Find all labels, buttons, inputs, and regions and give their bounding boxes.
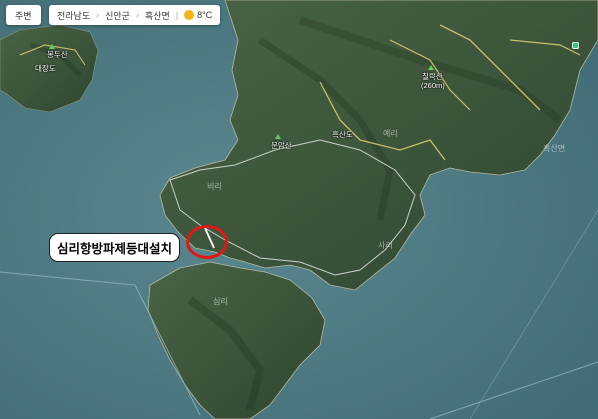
place-village-south[interactable]: 사리 [378,240,393,251]
satellite-map[interactable]: 주변 전라남도 › 신안군 › 흑산면 | 8°C 봉두산 대장도 칠락산 (2… [0,0,598,419]
place-village-east[interactable]: 예리 [383,128,398,139]
place-peak-center[interactable]: 문암산 [271,140,292,151]
nearby-label: 주변 [15,10,32,21]
chevron-right-icon: › [96,10,100,20]
peak-icon [275,134,281,139]
partly-sunny-icon [184,10,195,20]
poi-marker-icon[interactable] [572,42,579,49]
breadcrumb: 전라남도 › 신안군 › 흑산면 | 8°C [49,5,221,25]
breadcrumb-town[interactable]: 흑산면 [145,9,170,22]
divider: | [175,10,179,20]
place-port[interactable]: 흑산도 [332,129,353,140]
annotation-circle [186,225,228,259]
weather-temperature: 8°C [197,10,213,20]
place-peak-north-elevation: (260m) [421,81,445,90]
breadcrumb-county[interactable]: 신안군 [105,9,130,22]
annotation-callout: 심리항방파제등대설치 [49,233,181,262]
place-peak-west[interactable]: 봉두산 [47,49,68,60]
breadcrumb-province[interactable]: 전라남도 [57,9,90,22]
place-village-far-east[interactable]: 흑산면 [543,143,565,154]
map-imagery [0,0,598,419]
place-village-center[interactable]: 비리 [207,181,222,192]
place-village-west[interactable]: 대장도 [35,63,56,74]
chevron-right-icon: › [135,10,139,20]
peak-icon [428,65,434,70]
place-village-south-west[interactable]: 심리 [213,296,228,307]
weather-info[interactable]: 8°C [184,10,212,20]
nearby-button[interactable]: 주변 [6,5,41,25]
